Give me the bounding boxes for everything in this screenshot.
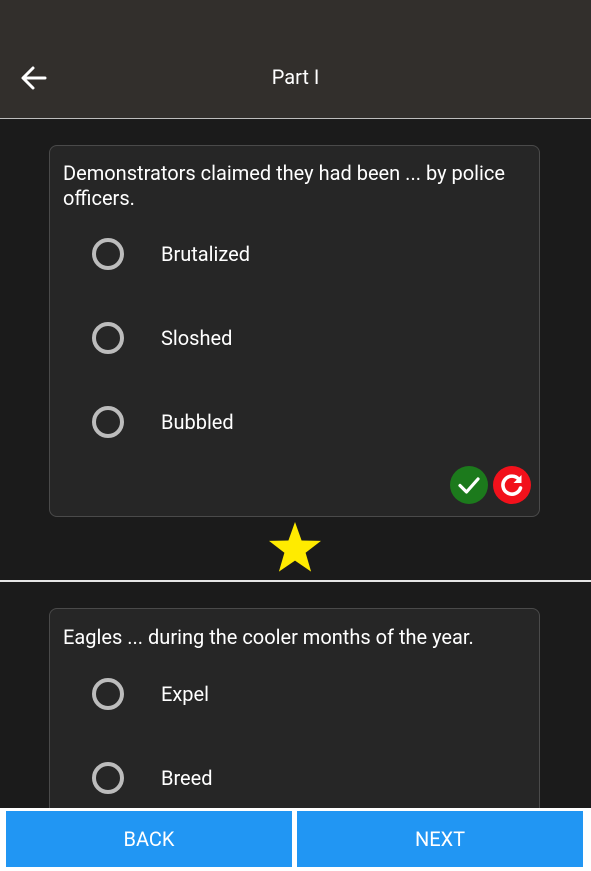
- answer-option[interactable]: Expel: [92, 676, 512, 712]
- option-label: Bubbled: [161, 410, 234, 434]
- refresh-icon: [501, 474, 523, 496]
- reset-answer-button[interactable]: [493, 466, 531, 504]
- radio-button[interactable]: [92, 406, 124, 438]
- option-label: Brutalized: [161, 242, 251, 266]
- question-card: Eagles ... during the cooler months of t…: [49, 608, 540, 808]
- app-bar: Part I: [0, 0, 591, 119]
- radio-button[interactable]: [92, 678, 124, 710]
- question-text: Demonstrators claimed they had been ... …: [63, 161, 505, 210]
- answer-option[interactable]: Bubbled: [92, 404, 512, 440]
- check-icon: [458, 477, 480, 494]
- question-card: Demonstrators claimed they had been ... …: [49, 145, 540, 517]
- radio-button[interactable]: [92, 322, 124, 354]
- check-answer-button[interactable]: [450, 466, 488, 504]
- back-button[interactable]: BACK: [6, 811, 292, 867]
- page-title: Part I: [271, 65, 320, 89]
- answer-option[interactable]: Brutalized: [92, 236, 512, 272]
- divider: [0, 580, 591, 582]
- bottom-nav-bar: BACK NEXT: [0, 808, 591, 871]
- question-list[interactable]: Demonstrators claimed they had been ... …: [0, 120, 591, 808]
- answer-option[interactable]: Breed: [92, 760, 512, 796]
- answer-option[interactable]: Sloshed: [92, 320, 512, 356]
- question-text: Eagles ... during the cooler months of t…: [63, 625, 474, 649]
- star-icon[interactable]: [268, 521, 322, 573]
- next-button[interactable]: NEXT: [297, 811, 583, 867]
- option-label: Breed: [161, 766, 213, 790]
- radio-button[interactable]: [92, 238, 124, 270]
- option-label: Expel: [161, 682, 209, 706]
- option-label: Sloshed: [161, 326, 233, 350]
- radio-button[interactable]: [92, 762, 124, 794]
